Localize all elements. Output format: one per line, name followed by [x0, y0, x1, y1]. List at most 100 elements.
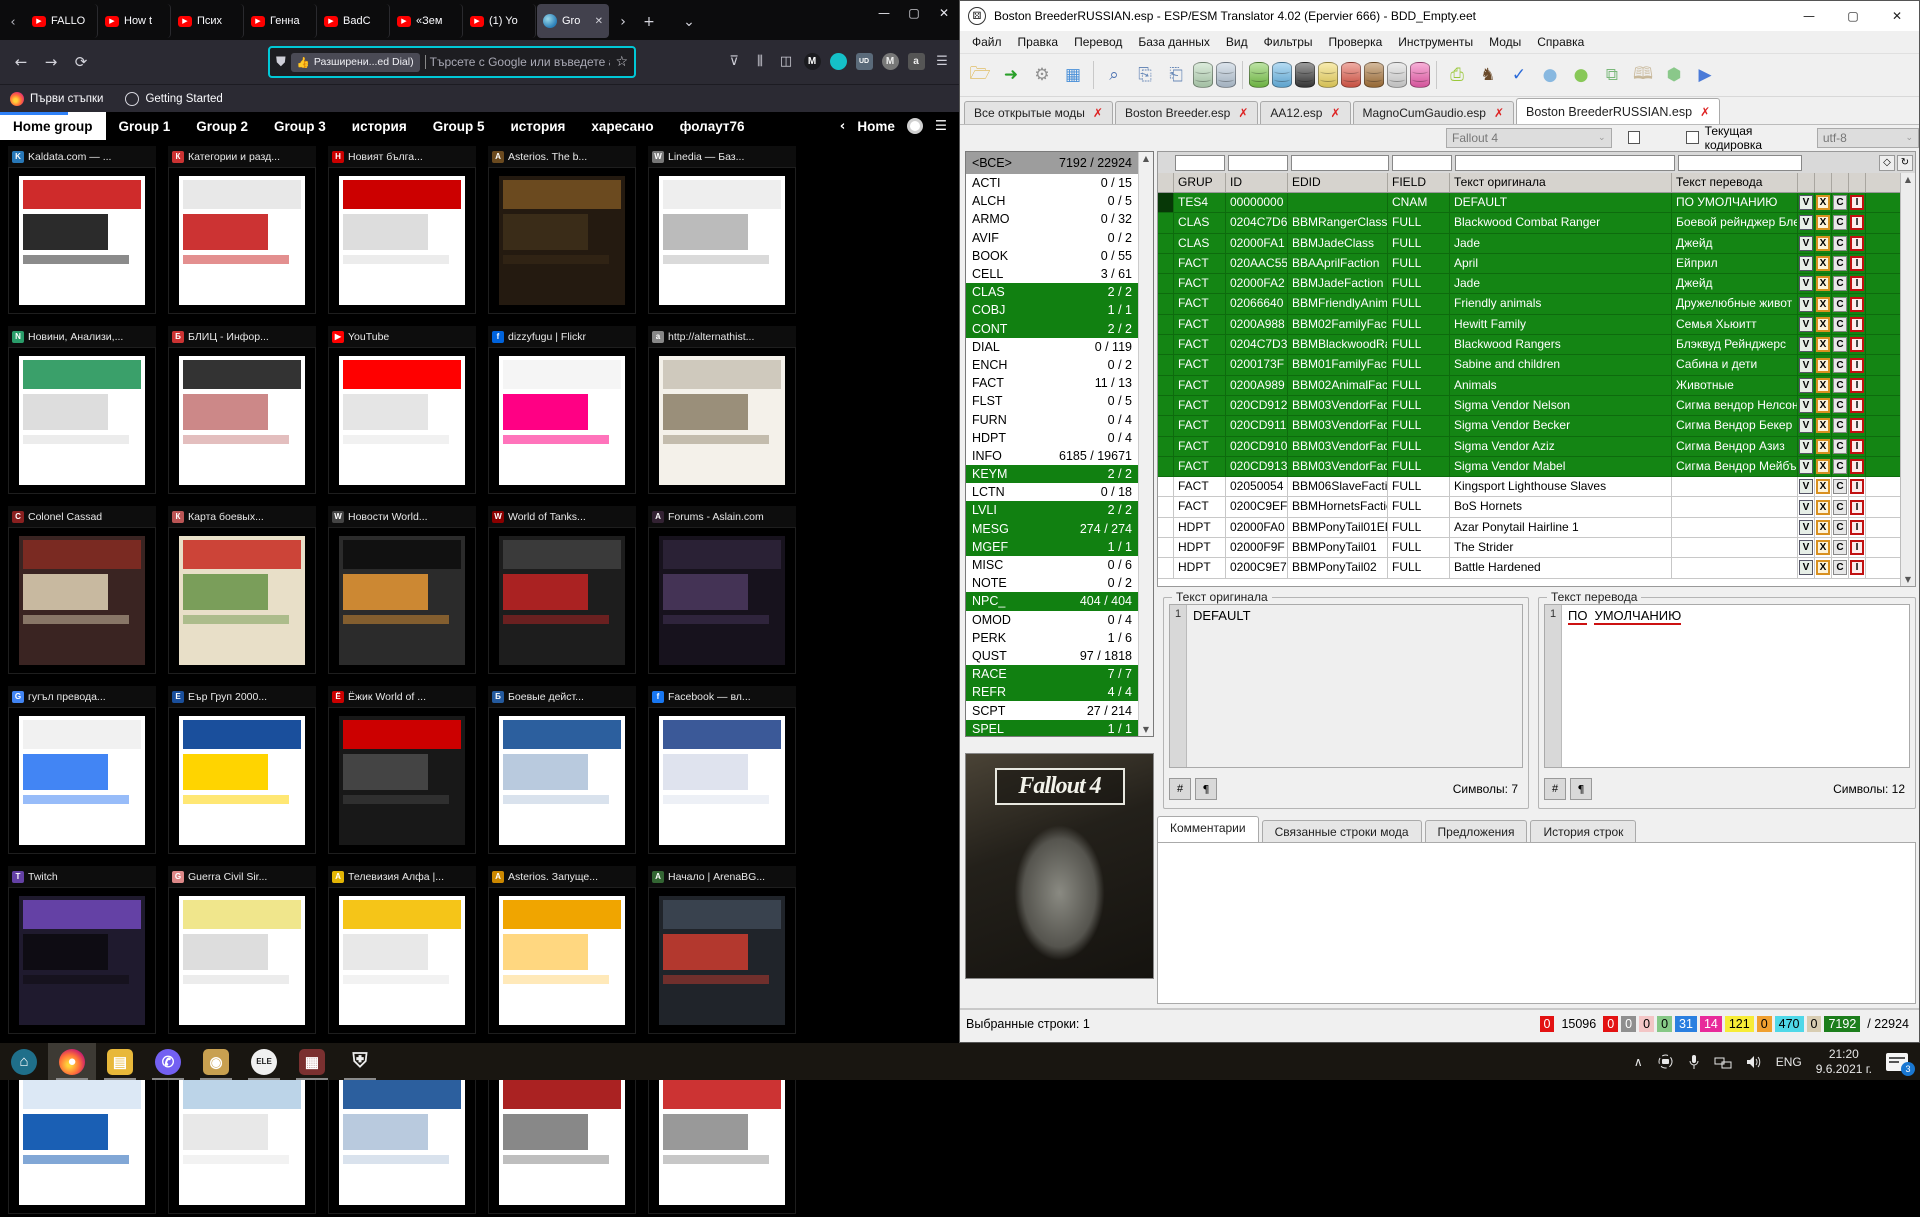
filter-refresh-icon[interactable]: ↻	[1897, 155, 1913, 171]
flag-C-button[interactable]: C	[1833, 398, 1847, 413]
game-select[interactable]: Fallout 4⌄	[1446, 128, 1612, 148]
comment-tab[interactable]: Комментарии	[1157, 816, 1259, 842]
flag-X-button[interactable]: X	[1816, 337, 1830, 352]
speaker-icon[interactable]	[1746, 1055, 1762, 1069]
flag-I-button[interactable]: I	[1850, 500, 1864, 515]
translation-row[interactable]: CLAS0204C7D6BBMRangerClassCFULLBlackwood…	[1158, 213, 1915, 233]
dial-tile[interactable]: AForums - Aslain.com	[648, 506, 796, 677]
dial-tile[interactable]: fFacebook — вл...	[648, 686, 796, 857]
flag-X-button[interactable]: X	[1816, 500, 1830, 515]
flag-X-button[interactable]: X	[1816, 297, 1830, 312]
mod-tab-close-icon[interactable]: ✗	[1494, 106, 1504, 120]
forward-button[interactable]: →	[36, 47, 66, 77]
m-gray-icon[interactable]: M	[877, 47, 903, 75]
flag-I-button[interactable]: I	[1850, 459, 1864, 474]
tray-expand-icon[interactable]: ∧	[1634, 1055, 1643, 1069]
script-scroll-icon[interactable]: ⎙	[1443, 60, 1471, 90]
encoding-select[interactable]: utf-8⌄	[1817, 128, 1919, 148]
flag-V-button[interactable]: V	[1799, 378, 1813, 393]
translation-row[interactable]: HDPT02000F9FBBMPonyTail01FULLThe Strider…	[1158, 538, 1915, 558]
dial-tile[interactable]: АТелевизия Алфа |...	[328, 866, 476, 1037]
browser-tab[interactable]: ▶FALLO	[26, 4, 98, 38]
translation-row[interactable]: FACT02000FA2BBMJadeFactionFULLJadeДжейдV…	[1158, 274, 1915, 294]
record-type-row[interactable]: HDPT0 / 4	[966, 429, 1138, 447]
flag-V-button[interactable]: V	[1799, 358, 1813, 373]
db-red-icon[interactable]	[1341, 62, 1361, 88]
browser-tab[interactable]: ▶Генна	[245, 4, 317, 38]
tab-scroll-left-icon[interactable]: ‹	[0, 6, 26, 38]
record-type-row[interactable]: FLST0 / 5	[966, 392, 1138, 410]
flag-X-button[interactable]: X	[1816, 317, 1830, 332]
menu-Моды[interactable]: Моды	[1481, 35, 1529, 49]
tab-close-icon[interactable]: ✕	[595, 16, 603, 27]
mod-tab[interactable]: Boston Breeder.esp✗	[1115, 101, 1258, 124]
record-type-row[interactable]: SPEL1 / 1	[966, 720, 1138, 737]
translation-row[interactable]: FACT020AAC55BBAAprilFactionFULLAprilЕйпр…	[1158, 254, 1915, 274]
flag-V-button[interactable]: V	[1799, 459, 1813, 474]
translation-row[interactable]: FACT020CD910BBM03VendorFactFULLSigma Ven…	[1158, 437, 1915, 457]
flag-X-button[interactable]: X	[1816, 195, 1830, 210]
dial-tile[interactable]: ahttp://alternathist...	[648, 326, 796, 497]
filter-trans-input[interactable]	[1678, 155, 1802, 171]
flag-X-button[interactable]: X	[1816, 439, 1830, 454]
flag-X-button[interactable]: X	[1816, 520, 1830, 535]
close-button[interactable]: ✕	[929, 0, 959, 26]
group-tab[interactable]: история	[497, 112, 578, 140]
record-type-row[interactable]: NOTE0 / 2	[966, 574, 1138, 592]
comment-tab[interactable]: Связанные строки мода	[1262, 820, 1422, 842]
flag-C-button[interactable]: C	[1833, 520, 1847, 535]
tracking-shield-icon[interactable]: ⛊	[276, 55, 286, 70]
db-brown-icon[interactable]	[1364, 62, 1384, 88]
mod-tab-close-icon[interactable]: ✗	[1238, 106, 1248, 120]
flag-I-button[interactable]: I	[1850, 540, 1864, 555]
dial-tile[interactable]: AНачало | ArenaBG...	[648, 866, 796, 1037]
translation-row[interactable]: TES400000000CNAMDEFAULTПО УМОЛЧАНИЮVXCI	[1158, 193, 1915, 213]
flag-I-button[interactable]: I	[1850, 236, 1864, 251]
list-all-tabs-icon[interactable]: ⌄	[676, 7, 702, 37]
dial-tile[interactable]: CColonel Cassad	[8, 506, 156, 677]
record-type-row[interactable]: LVLI2 / 2	[966, 501, 1138, 519]
library-icon[interactable]: ⫼	[747, 47, 773, 75]
record-type-row[interactable]: OMOD0 / 4	[966, 611, 1138, 629]
record-type-row[interactable]: RACE7 / 7	[966, 665, 1138, 683]
menu-Перевод[interactable]: Перевод	[1066, 35, 1130, 49]
dial-tile[interactable]: AAsterios. Запуще...	[488, 866, 636, 1037]
dial-tile[interactable]: ННовият бълга...	[328, 146, 476, 317]
db-insert-icon[interactable]	[1193, 62, 1213, 88]
flag-C-button[interactable]: C	[1833, 256, 1847, 271]
translation-row[interactable]: CLAS02000FA1BBMJadeClassFULLJadeДжейдVXC…	[1158, 234, 1915, 254]
settings-gear-icon[interactable]: ⚙	[1028, 60, 1056, 90]
comment-tab[interactable]: Предложения	[1425, 820, 1528, 842]
translation-row[interactable]: FACT020CD911BBM03VendorFactFULLSigma Ven…	[1158, 416, 1915, 436]
flag-V-button[interactable]: V	[1799, 479, 1813, 494]
menu-Вид[interactable]: Вид	[1218, 35, 1256, 49]
record-type-row[interactable]: CELL3 / 61	[966, 265, 1138, 283]
flag-V-button[interactable]: V	[1799, 398, 1813, 413]
translation-row[interactable]: FACT0200A989BBM02AnimalFactFULLAnimalsЖи…	[1158, 376, 1915, 396]
record-type-row[interactable]: PERK1 / 6	[966, 629, 1138, 647]
flag-I-button[interactable]: I	[1850, 378, 1864, 393]
flag-V-button[interactable]: V	[1799, 236, 1813, 251]
spellcheck-abc-icon[interactable]: ✓	[1505, 60, 1533, 90]
minimize-button[interactable]: —	[1787, 1, 1831, 31]
comments-content[interactable]	[1157, 842, 1916, 1004]
record-type-row[interactable]: COBJ1 / 1	[966, 301, 1138, 319]
flag-C-button[interactable]: C	[1833, 195, 1847, 210]
clock[interactable]: 21:20 9.6.2021 г.	[1816, 1047, 1872, 1077]
translated-text-editor[interactable]: 1 ПОУМОЛЧАНИЮ	[1544, 604, 1910, 768]
taskbar-start-icon[interactable]: ⌂	[0, 1043, 48, 1080]
maximize-button[interactable]: ▢	[899, 0, 929, 26]
group-tab[interactable]: Group 5	[420, 112, 498, 140]
sidebar-icon[interactable]: ◫	[773, 47, 799, 75]
flag-C-button[interactable]: C	[1833, 479, 1847, 494]
record-type-row[interactable]: DIAL0 / 119	[966, 338, 1138, 356]
browser-tab[interactable]: ▶BadC	[318, 4, 390, 38]
flag-C-button[interactable]: C	[1833, 215, 1847, 230]
column-header[interactable]: GRUP	[1174, 173, 1226, 192]
language-indicator[interactable]: ENG	[1776, 1055, 1802, 1069]
translation-row[interactable]: FACT02050054BBM06SlaveFactioFULLKingspor…	[1158, 477, 1915, 497]
tab-scroll-right-icon[interactable]: ›	[610, 7, 636, 37]
flag-I-button[interactable]: I	[1850, 276, 1864, 291]
taskbar-explorer-icon[interactable]: ▤	[96, 1043, 144, 1080]
mod-tab-close-icon[interactable]: ✗	[1330, 106, 1340, 120]
